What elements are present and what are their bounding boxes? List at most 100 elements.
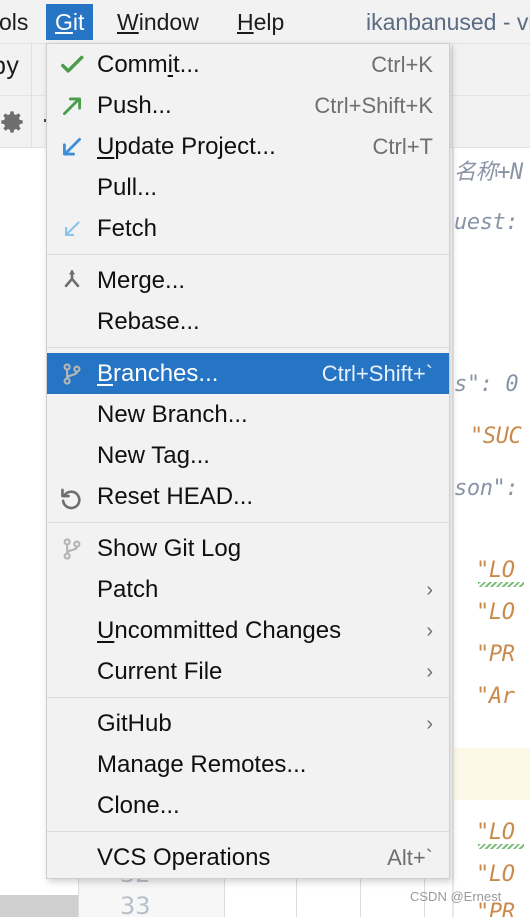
menubar-item-help[interactable]: Help xyxy=(228,4,293,40)
menu-separator xyxy=(47,522,449,523)
editor-code-sliver: 名称+N uest: s": 0 "SUC son": "LO "LO "PR "Ar "LO "L… xyxy=(452,148,530,917)
spellcheck-squiggle-2 xyxy=(478,844,524,849)
chevron-right-icon: › xyxy=(426,578,433,601)
menu-item-vcs-operations[interactable]: VCS Operations Alt+` xyxy=(47,837,449,878)
menu-item-manage-remotes[interactable]: Manage Remotes... xyxy=(47,744,449,785)
statusbar-left-block xyxy=(0,895,78,917)
editor-gutter-divider xyxy=(452,148,454,917)
menu-item-label: Uncommitted Changes xyxy=(97,616,342,644)
branch-icon xyxy=(47,528,97,569)
no-icon-spacer xyxy=(47,610,97,651)
menu-item-update-project[interactable]: Update Project... Ctrl+T xyxy=(47,126,449,167)
menu-item-rebase[interactable]: Rebase... xyxy=(47,301,449,342)
watermark: CSDN @Ernest xyxy=(410,889,502,904)
spellcheck-squiggle-1 xyxy=(478,582,524,587)
menu-separator xyxy=(47,831,449,832)
menu-item-push[interactable]: Push... Ctrl+Shift+K xyxy=(47,85,449,126)
chevron-right-icon: › xyxy=(426,712,433,735)
no-icon-spacer xyxy=(47,744,97,785)
code-fragment: "LO xyxy=(476,820,515,845)
gear-icon[interactable] xyxy=(0,106,28,138)
editor-tab-label[interactable]: py xyxy=(0,52,19,81)
menu-item-label: Rebase... xyxy=(97,307,200,335)
menu-item-label: GitHub xyxy=(97,709,172,737)
no-icon-spacer xyxy=(47,785,97,826)
editor-highlighted-line xyxy=(454,748,530,800)
code-fragment: "SUC xyxy=(470,424,522,449)
menubar-item-ols[interactable]: ols xyxy=(0,4,37,40)
code-fragment: son": xyxy=(454,476,519,501)
code-fragment: "PR xyxy=(476,642,515,667)
code-fragment: "Ar xyxy=(476,684,515,709)
menu-item-new-branch[interactable]: New Branch... xyxy=(47,394,449,435)
no-icon-spacer xyxy=(47,651,97,692)
menu-item-github[interactable]: GitHub › xyxy=(47,703,449,744)
menu-item-label: Reset HEAD... xyxy=(97,482,254,510)
menu-item-reset-head[interactable]: Reset HEAD... xyxy=(47,476,449,517)
menu-item-label: New Branch... xyxy=(97,400,248,428)
chevron-right-icon: › xyxy=(426,660,433,683)
menu-separator xyxy=(47,697,449,698)
no-icon-spacer xyxy=(47,394,97,435)
reset-undo-icon xyxy=(59,484,85,510)
toolbar-divider-3 xyxy=(452,44,453,148)
menu-item-clone[interactable]: Clone... xyxy=(47,785,449,826)
menu-separator xyxy=(47,347,449,348)
menu-item-new-tag[interactable]: New Tag... xyxy=(47,435,449,476)
menu-item-pull[interactable]: Pull... xyxy=(47,167,449,208)
menu-item-label: Show Git Log xyxy=(97,534,242,562)
menu-item-label: New Tag... xyxy=(97,441,210,469)
menubar-item-window[interactable]: Window xyxy=(108,4,208,40)
branch-icon xyxy=(59,361,85,387)
code-fragment: uest: xyxy=(454,210,519,235)
toolbar-divider-1 xyxy=(31,44,32,148)
grid-line-number: 33 xyxy=(120,892,151,917)
menu-item-label: Branches... xyxy=(97,359,219,387)
menu-item-label: Current File xyxy=(97,657,223,685)
screenshot-root: py 名称+N uest: s": 0 "SUC son": "LO "LO "PR "Ar "L… xyxy=(0,0,530,917)
no-icon-spacer xyxy=(47,167,97,208)
commit-check-icon xyxy=(59,52,85,78)
reset-undo-icon xyxy=(47,476,97,517)
menu-item-label: Clone... xyxy=(97,791,180,819)
menu-item-show-git-log[interactable]: Show Git Log xyxy=(47,528,449,569)
no-icon-spacer xyxy=(47,435,97,476)
menu-item-label: Commit... xyxy=(97,50,200,78)
menu-item-branches[interactable]: Branches... Ctrl+Shift+` xyxy=(47,353,449,394)
menu-item-label: Manage Remotes... xyxy=(97,750,307,778)
commit-check-icon xyxy=(47,44,97,85)
push-arrow-icon xyxy=(59,93,85,119)
menu-item-fetch[interactable]: Fetch xyxy=(47,208,449,249)
window-title: ikanbanused - vie xyxy=(366,9,530,35)
no-icon-spacer xyxy=(47,301,97,342)
menu-item-shortcut: Alt+` xyxy=(387,844,433,870)
push-arrow-icon xyxy=(47,85,97,126)
branch-icon xyxy=(59,536,85,562)
menu-item-shortcut: Ctrl+Shift+K xyxy=(314,92,433,118)
menu-item-current-file[interactable]: Current File › xyxy=(47,651,449,692)
no-icon-spacer xyxy=(47,569,97,610)
code-fragment: s": 0 xyxy=(454,372,519,397)
menu-item-label: Merge... xyxy=(97,266,186,294)
fetch-arrow-icon xyxy=(59,216,85,242)
menu-item-merge[interactable]: Merge... xyxy=(47,260,449,301)
menu-item-label: Update Project... xyxy=(97,132,276,160)
menu-item-patch[interactable]: Patch › xyxy=(47,569,449,610)
code-fragment: "LO xyxy=(476,558,515,583)
merge-icon xyxy=(47,260,97,301)
merge-icon xyxy=(59,268,85,294)
menu-item-uncommitted-changes[interactable]: Uncommitted Changes › xyxy=(47,610,449,651)
code-fragment: 名称+N xyxy=(454,160,523,185)
menu-item-label: Patch xyxy=(97,575,159,603)
no-icon-spacer xyxy=(47,837,97,878)
git-dropdown-menu[interactable]: Commit... Ctrl+K Push... Ctrl+Shift+K Update… xyxy=(46,43,450,879)
menubar-item-git[interactable]: Git xyxy=(46,4,94,40)
menu-item-commit[interactable]: Commit... Ctrl+K xyxy=(47,44,449,85)
code-fragment: "LO xyxy=(476,600,515,625)
menu-item-label: Pull... xyxy=(97,173,158,201)
fetch-arrow-icon xyxy=(47,208,97,249)
menu-separator xyxy=(47,254,449,255)
menu-item-label: Push... xyxy=(97,91,172,119)
menu-item-label: VCS Operations xyxy=(97,843,271,871)
update-arrow-icon xyxy=(47,126,97,167)
